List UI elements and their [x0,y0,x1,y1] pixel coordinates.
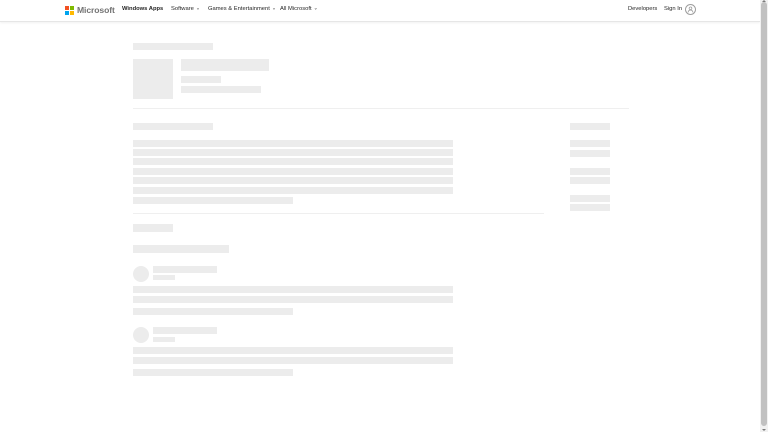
skeleton-review-line [133,308,293,315]
nav-games-label: Games & Entertainment [208,6,270,12]
skeleton-review-line [133,347,453,354]
skeleton-reviewer-name [153,266,217,273]
user-icon-glyph [687,6,694,13]
skeleton-reviewer-name [153,327,217,334]
skeleton-app-icon [133,59,173,99]
nav-software-label: Software [171,6,194,12]
divider [133,108,629,109]
skeleton-app-title [181,59,269,71]
scroll-down-icon[interactable] [762,429,766,431]
skeleton-text-line [133,149,453,156]
skeleton-text-line [133,168,453,175]
skeleton-review-line [133,286,453,293]
skeleton-sidebar-item [570,150,610,157]
windows-apps-link[interactable]: Windows Apps [122,6,163,12]
chevron-down-icon: ⌄ [271,5,277,12]
nav-all-microsoft-label: All Microsoft [280,6,312,12]
skeleton-text-line [133,140,453,147]
microsoft-logo-icon [65,5,74,15]
skeleton-rating [181,86,261,93]
skeleton-sidebar-item [570,204,610,211]
skeleton-sidebar-item [570,123,610,130]
site-header: Microsoft Windows Apps Software ⌄ Games &… [0,0,760,22]
chevron-down-icon: ⌄ [195,5,201,12]
skeleton-text-line [133,158,453,165]
chevron-down-icon: ⌄ [313,5,318,12]
scrollbar-thumb[interactable] [761,2,767,426]
skeleton-publisher [181,76,221,83]
skeleton-avatar [133,327,149,343]
nav-games-entertainment[interactable]: Games & Entertainment ⌄ [208,5,277,13]
skeleton-section-heading [133,123,213,130]
skeleton-review-line [133,369,293,376]
vertical-scrollbar[interactable] [760,0,768,432]
skeleton-reviews-heading [133,224,173,232]
divider [133,213,544,214]
logo-text: Microsoft [77,5,115,15]
nav-software[interactable]: Software ⌄ [171,5,201,13]
nav-all-microsoft[interactable]: All Microsoft ⌄ [280,5,318,13]
skeleton-sidebar-item [570,168,610,175]
skeleton-text-line [133,197,293,204]
skeleton-sidebar-item [570,140,610,147]
skeleton-sidebar-item [570,195,610,202]
skeleton-review-line [133,357,453,364]
skeleton-text-line [133,187,453,194]
skeleton-review-line [133,296,453,303]
skeleton-breadcrumb [133,43,213,50]
skeleton-avatar [133,266,149,282]
skeleton-review-date [153,275,175,280]
user-icon[interactable] [685,4,696,15]
skeleton-reviews-summary [133,245,229,253]
skeleton-text-line [133,177,453,184]
sign-in-link[interactable]: Sign In [664,6,682,12]
skeleton-sidebar-item [570,177,610,184]
microsoft-logo[interactable]: Microsoft [65,5,115,15]
skeleton-review-date [153,337,175,342]
developers-link[interactable]: Developers [628,6,657,12]
